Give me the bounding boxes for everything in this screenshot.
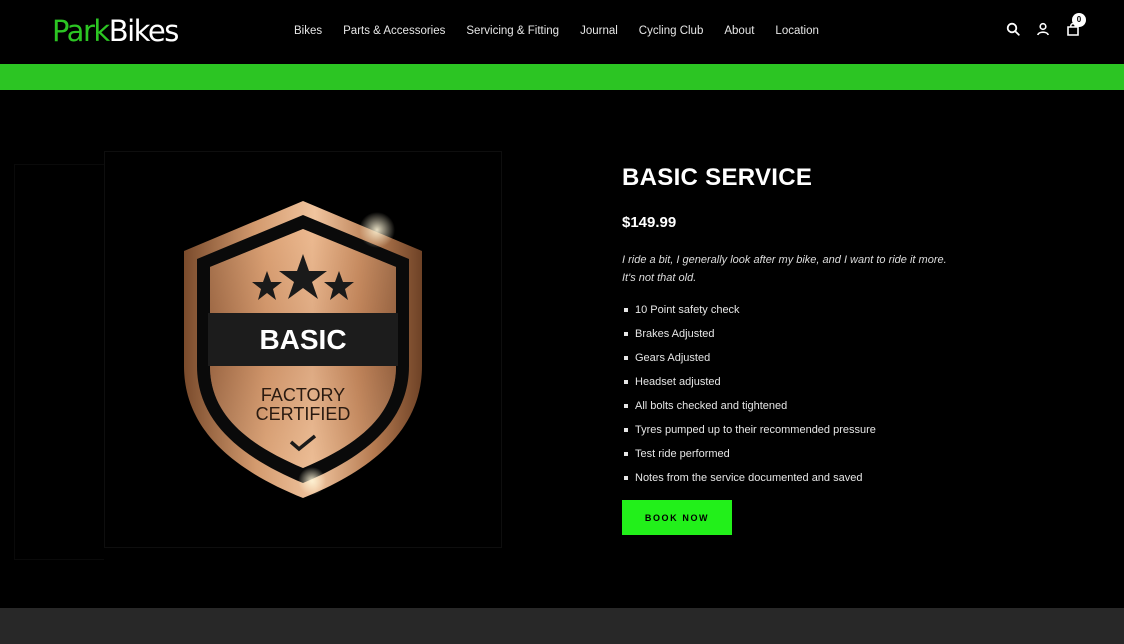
nav-item-cycling-club[interactable]: Cycling Club [639,25,704,37]
list-item: Brakes Adjusted [622,327,876,351]
header-icons: 0 [1006,13,1086,36]
logo-park-text: Park [52,14,110,48]
site-header: ParkBikes Bikes Parts & Accessories Serv… [0,0,1124,64]
list-item: All bolts checked and tightened [622,399,876,423]
list-item: 10 Point safety check [622,303,876,327]
product-price: $149.99 [622,214,677,231]
book-now-button[interactable]: BOOK NOW [622,500,732,535]
product-title: BASIC SERVICE [622,164,813,191]
list-item: Test ride performed [622,447,876,471]
nav-item-location[interactable]: Location [775,25,818,37]
cart-count-badge: 0 [1072,13,1086,27]
account-icon[interactable] [1036,22,1050,36]
parkbikes-logo[interactable]: ParkBikes [52,14,180,48]
badge-line2: CERTIFIED [256,404,351,424]
logo-bikes-text: Bikes [108,14,180,48]
badge-line1: FACTORY [261,385,345,405]
nav-item-about[interactable]: About [724,25,754,37]
announcement-bar [0,64,1124,90]
list-item: Gears Adjusted [622,351,876,375]
nav-item-bikes[interactable]: Bikes [294,25,322,37]
cart-icon[interactable]: 0 [1066,13,1086,36]
product-description: I ride a bit, I generally look after my … [622,254,947,284]
footer-strip [0,608,1124,644]
list-item: Tyres pumped up to their recommended pre… [622,423,876,447]
nav-item-parts-accessories[interactable]: Parts & Accessories [343,25,445,37]
feature-list: 10 Point safety check Brakes Adjusted Ge… [622,303,876,495]
list-item: Headset adjusted [622,375,876,399]
list-item: Notes from the service documented and sa… [622,471,876,495]
search-icon[interactable] [1006,22,1020,36]
basic-factory-certified-badge: BASIC FACTORY CERTIFIED [184,201,422,498]
nav-item-servicing-fitting[interactable]: Servicing & Fitting [466,25,559,37]
image-edge-artifact [14,164,104,560]
badge-label: BASIC [259,324,346,355]
nav-item-journal[interactable]: Journal [580,25,618,37]
main-nav: Bikes Parts & Accessories Servicing & Fi… [294,25,819,37]
